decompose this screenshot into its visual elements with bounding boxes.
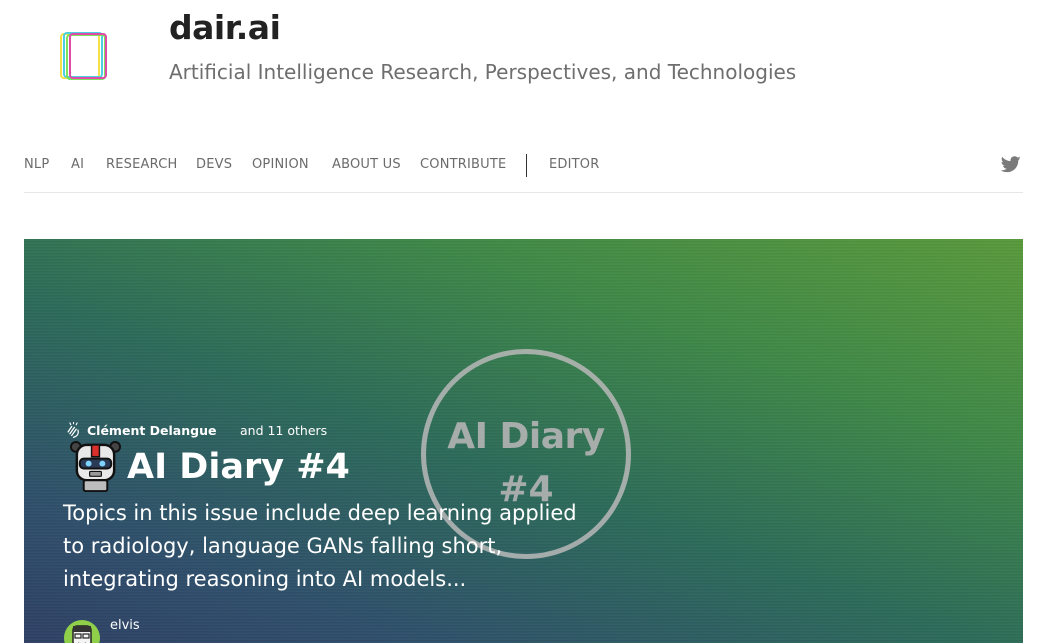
nav-item-nlp[interactable]: NLP: [24, 157, 49, 172]
dair-logo-icon[interactable]: [58, 30, 116, 82]
site-tagline: Artificial Intelligence Research, Perspe…: [169, 60, 797, 84]
author-name[interactable]: elvis: [110, 618, 140, 633]
post-title[interactable]: AI Diary #4: [127, 447, 350, 487]
nav-item-about-us[interactable]: ABOUT US: [332, 157, 401, 172]
post-excerpt[interactable]: Topics in this issue include deep learni…: [63, 497, 603, 596]
nav-item-opinion[interactable]: OPINION: [252, 157, 309, 172]
nav-item-research[interactable]: RESEARCH: [106, 157, 177, 172]
nav-item-contribute[interactable]: CONTRIBUTE: [420, 157, 506, 172]
top-nav: NLP AI RESEARCH DEVS OPINION ABOUT US CO…: [24, 150, 1023, 193]
site-title[interactable]: dair.ai: [169, 8, 281, 47]
nav-item-ai[interactable]: AI: [71, 157, 84, 172]
badge-title: AI Diary: [447, 416, 605, 457]
robot-icon: [69, 440, 122, 493]
nav-item-devs[interactable]: DEVS: [196, 157, 232, 172]
recommender-name[interactable]: Clément Delangue: [87, 423, 216, 438]
featured-post-hero[interactable]: AI Diary #4 Clément Delangue and 11 othe…: [24, 239, 1023, 643]
recommender-others[interactable]: and 11 others: [240, 423, 327, 438]
clap-icon: [67, 422, 79, 438]
nav-item-editor[interactable]: EDITOR: [549, 157, 599, 172]
twitter-icon[interactable]: [1001, 156, 1021, 173]
nav-divider: [526, 154, 527, 177]
